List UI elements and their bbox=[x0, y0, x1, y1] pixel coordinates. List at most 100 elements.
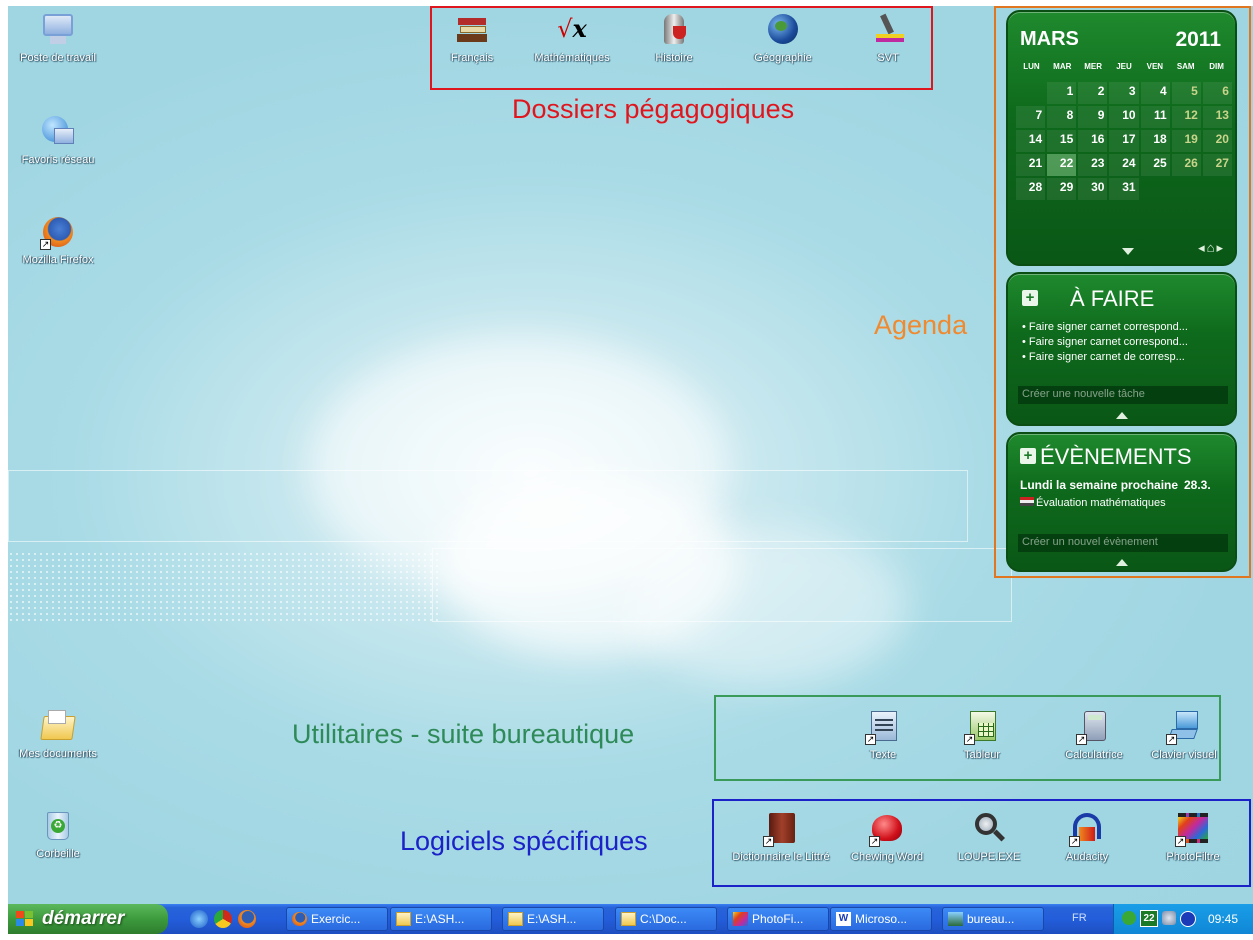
collapse-icon[interactable] bbox=[1115, 559, 1128, 566]
desktop-icon-computer[interactable]: Poste de travail bbox=[8, 12, 113, 65]
add-event-icon[interactable]: + bbox=[1020, 448, 1036, 464]
desktop-icon-firefox[interactable]: ↗ Mozilla Firefox bbox=[8, 214, 113, 267]
utility-label: Clavier visuel bbox=[1151, 749, 1217, 761]
todo-widget: + À FAIRE • Faire signer carnet correspo… bbox=[1006, 272, 1237, 426]
software-box: ↗ Dictionnaire le Littré ↗ Chewing Word … bbox=[712, 799, 1251, 887]
calendar-day[interactable]: 15 bbox=[1047, 130, 1077, 152]
taskbar-window-button[interactable]: C:\Doc... bbox=[615, 907, 717, 931]
utility-texte[interactable]: ↗ Texte bbox=[833, 709, 933, 762]
task-item[interactable]: • Faire signer carnet correspond... bbox=[1022, 335, 1232, 350]
taskbar-window-button[interactable]: E:\ASH... bbox=[502, 907, 604, 931]
calendar-day[interactable]: 31 bbox=[1109, 178, 1139, 200]
computer-icon bbox=[40, 12, 76, 48]
chrome-quicklaunch-icon[interactable] bbox=[214, 910, 232, 928]
software-label: PhotoFiltre bbox=[1166, 851, 1220, 863]
add-task-icon[interactable]: + bbox=[1022, 290, 1038, 306]
calendar-day[interactable]: 8 bbox=[1047, 106, 1077, 128]
folder-svt[interactable]: SVT bbox=[838, 12, 938, 65]
calendar-day[interactable]: 7 bbox=[1016, 106, 1046, 128]
calendar-day[interactable]: 13 bbox=[1202, 106, 1232, 128]
calendar-day[interactable]: 3 bbox=[1109, 82, 1139, 104]
start-label: démarrer bbox=[42, 908, 125, 929]
photofiltre-icon bbox=[733, 912, 748, 926]
calendar-expand-icon[interactable] bbox=[1122, 248, 1134, 255]
network-tray-icon[interactable] bbox=[1162, 911, 1176, 925]
utility-calculatrice[interactable]: ↗ Calculatrice bbox=[1044, 709, 1144, 762]
calendar-day[interactable]: 27 bbox=[1202, 154, 1232, 176]
recycle-tray-icon[interactable] bbox=[1122, 911, 1136, 925]
bullet-icon: • bbox=[1022, 321, 1029, 333]
utility-clavier-visuel[interactable]: ↗ Clavier visuel bbox=[1134, 709, 1234, 762]
calendar-day[interactable]: 23 bbox=[1078, 154, 1108, 176]
taskbar-window-button[interactable]: bureau... bbox=[942, 907, 1044, 931]
collapse-icon[interactable] bbox=[1115, 412, 1128, 419]
desktop-icon-recycle-bin[interactable]: ♻ Corbeille bbox=[8, 808, 113, 861]
event-item[interactable]: Évaluation mathématiques bbox=[1020, 497, 1166, 509]
calendar-tray-icon[interactable]: 22 bbox=[1140, 910, 1158, 927]
folder-francais[interactable]: Français bbox=[422, 12, 522, 65]
utility-tableur[interactable]: ↗ Tableur bbox=[932, 709, 1032, 762]
folder-mathematiques[interactable]: √x Mathématiques bbox=[512, 12, 632, 65]
events-widget: + ÉVÈNEMENTS Lundi la semaine prochaine … bbox=[1006, 432, 1237, 572]
task-item[interactable]: • Faire signer carnet correspond... bbox=[1022, 320, 1232, 335]
calendar-day[interactable]: 22 bbox=[1047, 154, 1077, 176]
calendar-day[interactable]: 26 bbox=[1171, 154, 1201, 176]
folder-geographie[interactable]: Géographie bbox=[728, 12, 838, 65]
taskbar-window-button[interactable]: PhotoFi... bbox=[727, 907, 829, 931]
calendar-day[interactable]: 25 bbox=[1140, 154, 1170, 176]
taskbar-window-button[interactable]: W Microso... bbox=[830, 907, 932, 931]
firefox-quicklaunch-icon[interactable] bbox=[238, 910, 256, 928]
software-chewing-word[interactable]: ↗ Chewing Word bbox=[832, 811, 942, 864]
language-indicator[interactable]: FR bbox=[1072, 912, 1087, 924]
firefox-icon bbox=[292, 912, 307, 926]
calendar-day[interactable]: 12 bbox=[1171, 106, 1201, 128]
task-item[interactable]: • Faire signer carnet de corresp... bbox=[1022, 350, 1232, 365]
folder-histoire[interactable]: Histoire bbox=[624, 12, 724, 65]
calendar-day[interactable]: 21 bbox=[1016, 154, 1046, 176]
start-button[interactable]: démarrer bbox=[8, 904, 168, 934]
calendar-day[interactable]: 2 bbox=[1078, 82, 1108, 104]
calendar-day[interactable]: 9 bbox=[1078, 106, 1108, 128]
calendar-day[interactable]: 4 bbox=[1140, 82, 1170, 104]
calendar-day[interactable]: 6 bbox=[1202, 82, 1232, 104]
photofiltre-icon: ↗ bbox=[1175, 811, 1211, 847]
agenda-caption: Agenda bbox=[874, 310, 968, 340]
system-tray: FR 22 09:45 bbox=[1072, 904, 1253, 934]
ie-quicklaunch-icon[interactable] bbox=[190, 910, 208, 928]
calendar-day[interactable]: 30 bbox=[1078, 178, 1108, 200]
folder-label: Mathématiques bbox=[534, 52, 610, 64]
calendar-day[interactable]: 5 bbox=[1171, 82, 1201, 104]
software-dictionnaire[interactable]: ↗ Dictionnaire le Littré bbox=[731, 811, 831, 864]
messenger-tray-icon[interactable] bbox=[1180, 911, 1196, 927]
calendar-day[interactable]: 16 bbox=[1078, 130, 1108, 152]
calendar-day[interactable]: 18 bbox=[1140, 130, 1170, 152]
desktop-icon-documents[interactable]: Mes documents bbox=[8, 708, 113, 761]
desktop-icon-network[interactable]: Favoris réseau bbox=[8, 114, 113, 167]
weekday-label: LUN bbox=[1023, 62, 1040, 71]
taskbar-window-button[interactable]: Exercic... bbox=[286, 907, 388, 931]
calendar-day[interactable]: 17 bbox=[1109, 130, 1139, 152]
events-title: ÉVÈNEMENTS bbox=[1040, 444, 1192, 469]
sqrt-x-icon: √x bbox=[557, 14, 587, 43]
taskbar-window-button[interactable]: E:\ASH... bbox=[390, 907, 492, 931]
calendar-day[interactable]: 14 bbox=[1016, 130, 1046, 152]
software-audacity[interactable]: ↗ Audacity bbox=[1037, 811, 1137, 864]
weekday-label: VEN bbox=[1146, 62, 1164, 71]
desktop-icon-label: Favoris réseau bbox=[21, 154, 95, 166]
documents-folder-icon bbox=[40, 708, 76, 744]
calendar-grid: 1 2 3 4 5 6 7 8 9 10 11 12 13 14 15 16 17 18 19 20 21 22 23 24 2… bbox=[1016, 82, 1232, 200]
calendar-day[interactable]: 10 bbox=[1109, 106, 1139, 128]
software-photofiltre[interactable]: ↗ PhotoFiltre bbox=[1143, 811, 1243, 864]
calendar-day[interactable]: 20 bbox=[1202, 130, 1232, 152]
calendar-day[interactable]: 19 bbox=[1171, 130, 1201, 152]
bullet-icon: • bbox=[1022, 336, 1029, 348]
calendar-nav-icons[interactable]: ◂⌂▸ bbox=[1198, 240, 1225, 256]
calendar-day[interactable]: 1 bbox=[1047, 82, 1077, 104]
new-task-input[interactable]: Créer une nouvelle tâche bbox=[1018, 386, 1228, 404]
calendar-day[interactable]: 28 bbox=[1016, 178, 1046, 200]
new-event-input[interactable]: Créer un nouvel évènement bbox=[1018, 534, 1228, 552]
software-loupe[interactable]: LOUPE.EXE bbox=[939, 811, 1039, 864]
calendar-day[interactable]: 29 bbox=[1047, 178, 1077, 200]
calendar-day[interactable]: 24 bbox=[1109, 154, 1139, 176]
calendar-day[interactable]: 11 bbox=[1140, 106, 1170, 128]
